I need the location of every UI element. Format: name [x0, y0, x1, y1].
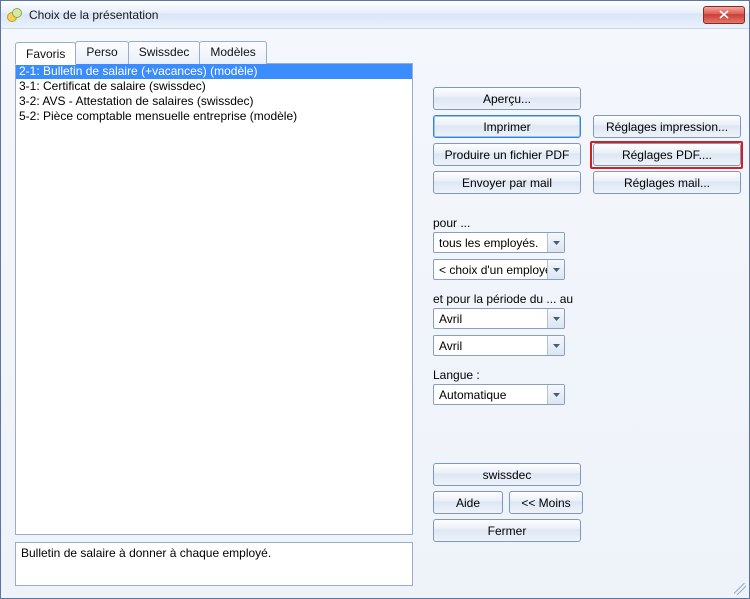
tab-perso[interactable]: Perso	[75, 41, 128, 64]
list-item[interactable]: 2-1: Bulletin de salaire (+vacances) (mo…	[16, 64, 412, 79]
fermer-button[interactable]: Fermer	[433, 519, 581, 542]
list-item[interactable]: 3-1: Certificat de salaire (swissdec)	[16, 79, 412, 94]
client-area: Favoris Perso Swissdec Modèles 2-1: Bull…	[1, 29, 749, 598]
apercu-button[interactable]: Aperçu...	[433, 87, 581, 110]
pour-employes-combobox[interactable]: tous les employés.	[433, 232, 565, 253]
langue-label: Langue :	[433, 368, 733, 382]
combo-value: Avril	[434, 312, 547, 326]
chevron-down-icon	[547, 260, 564, 279]
periode-label: et pour la période du ... au	[433, 292, 733, 306]
moins-button[interactable]: << Moins	[509, 491, 583, 514]
app-icon	[7, 7, 23, 23]
close-icon	[719, 10, 729, 19]
tab-bar: Favoris Perso Swissdec Modèles	[15, 41, 735, 64]
imprimer-button[interactable]: Imprimer	[433, 115, 581, 138]
right-column: Aperçu... Imprimer Produire un fichier P…	[433, 87, 733, 542]
close-button[interactable]	[703, 6, 745, 24]
dialog-window: Choix de la présentation Favoris Perso S…	[0, 0, 750, 599]
langue-combobox[interactable]: Automatique	[433, 384, 565, 405]
window-title: Choix de la présentation	[29, 8, 703, 22]
combo-value: Avril	[434, 339, 547, 353]
resize-grip[interactable]	[734, 583, 746, 595]
periode-from-combobox[interactable]: Avril	[433, 308, 565, 329]
periode-to-combobox[interactable]: Avril	[433, 335, 565, 356]
bottom-buttons: swissdec Aide << Moins Fermer	[433, 463, 733, 542]
reglages-impression-button[interactable]: Réglages impression...	[593, 115, 741, 138]
envoyer-mail-button[interactable]: Envoyer par mail	[433, 171, 581, 194]
tab-favoris[interactable]: Favoris	[15, 42, 76, 65]
titlebar: Choix de la présentation	[1, 1, 749, 29]
settings-buttons: Réglages impression... Réglages PDF.... …	[593, 115, 741, 194]
chevron-down-icon	[547, 385, 564, 404]
swissdec-button[interactable]: swissdec	[433, 463, 581, 486]
periode-section: et pour la période du ... au Avril Avril	[433, 292, 733, 356]
tab-swissdec[interactable]: Swissdec	[128, 41, 201, 64]
chevron-down-icon	[547, 336, 564, 355]
combo-value: Automatique	[434, 388, 547, 402]
chevron-down-icon	[547, 309, 564, 328]
tab-page: 2-1: Bulletin de salaire (+vacances) (mo…	[15, 63, 413, 535]
chevron-down-icon	[547, 233, 564, 252]
pour-section: pour ... tous les employés. < choix d'un…	[433, 216, 733, 280]
pour-choix-combobox[interactable]: < choix d'un employé >	[433, 259, 565, 280]
tab-modeles[interactable]: Modèles	[199, 41, 266, 64]
produire-pdf-button[interactable]: Produire un fichier PDF	[433, 143, 581, 166]
presentation-list[interactable]: 2-1: Bulletin de salaire (+vacances) (mo…	[16, 64, 412, 124]
pour-label: pour ...	[433, 216, 733, 230]
langue-section: Langue : Automatique	[433, 368, 733, 405]
list-item[interactable]: 3-2: AVS - Attestation de salaires (swis…	[16, 94, 412, 109]
reglages-mail-button[interactable]: Réglages mail...	[593, 171, 741, 194]
aide-button[interactable]: Aide	[433, 491, 503, 514]
list-item[interactable]: 5-2: Pièce comptable mensuelle entrepris…	[16, 109, 412, 124]
description-text: Bulletin de salaire à donner à chaque em…	[21, 546, 271, 560]
description-box: Bulletin de salaire à donner à chaque em…	[15, 542, 413, 586]
combo-value: < choix d'un employé >	[434, 263, 547, 277]
reglages-pdf-button[interactable]: Réglages PDF....	[593, 143, 741, 166]
combo-value: tous les employés.	[434, 236, 547, 250]
